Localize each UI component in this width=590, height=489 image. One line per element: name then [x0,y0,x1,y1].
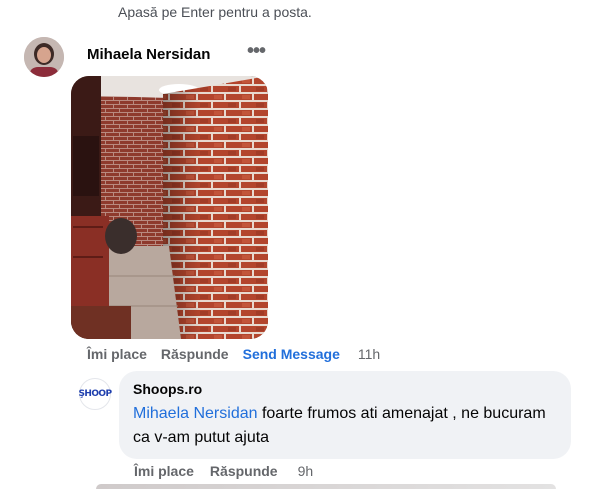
next-comment-photo-edge [96,484,556,489]
comment-composer-hint: Apasă pe Enter pentru a posta. [118,4,312,20]
reply-bubble: Shoops.ro Mihaela Nersidan foarte frumos… [119,371,571,459]
reply-like-button[interactable]: Îmi place [134,463,194,479]
send-message-button[interactable]: Send Message [243,346,340,362]
reply-timestamp[interactable]: 9h [298,463,314,479]
mention-link[interactable]: Mihaela Nersidan [133,405,258,422]
comment-actions: Îmi place Răspunde Send Message 11h [87,346,394,362]
page-avatar-logo-text: ŞHOOP [78,389,113,399]
comment-author-name[interactable]: Mihaela Nersidan [87,46,210,63]
reply-actions: Îmi place Răspunde 9h [134,463,329,479]
like-button[interactable]: Îmi place [87,346,147,362]
more-horizontal-icon[interactable]: ••• [243,41,269,67]
comment-timestamp[interactable]: 11h [358,346,380,362]
reply-button[interactable]: Răspunde [161,346,229,362]
reply-reply-button[interactable]: Răspunde [210,463,278,479]
avatar[interactable] [24,37,64,77]
page-avatar[interactable]: ŞHOOP [78,378,113,410]
user-avatar-image [24,37,64,77]
comment-photo[interactable] [71,76,268,339]
reply-text: Mihaela Nersidan foarte frumos ati amena… [133,402,558,450]
reply-author-name[interactable]: Shoops.ro [133,381,558,397]
